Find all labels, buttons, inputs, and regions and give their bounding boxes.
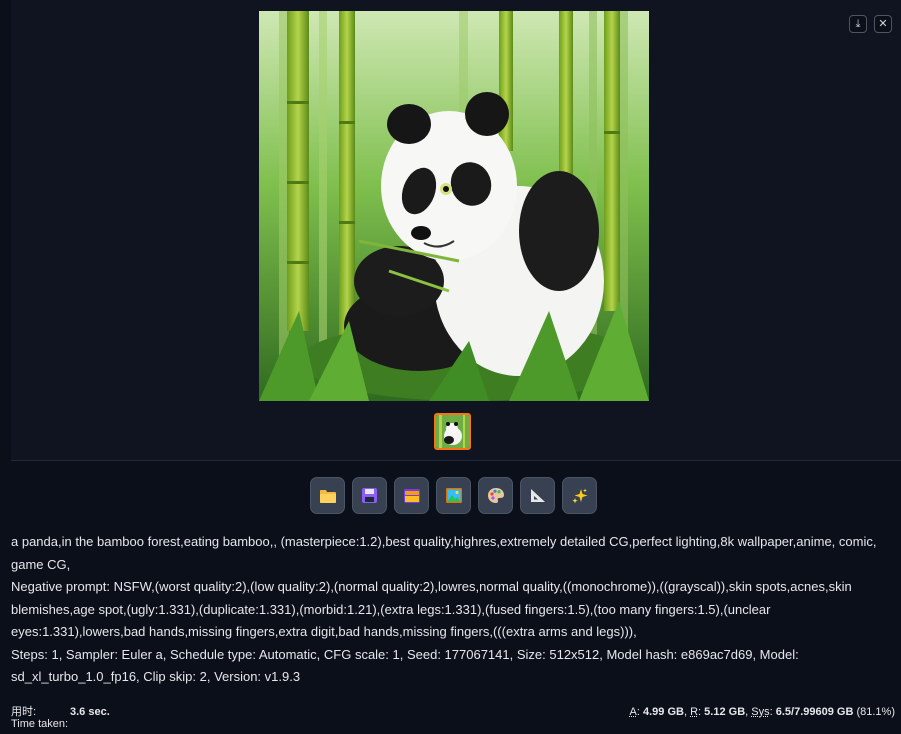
zip-button[interactable] (394, 477, 429, 514)
vram-usage: A: 4.99 GB, R: 5.12 GB, Sys: 6.5/7.99609… (629, 706, 895, 718)
vram-system-value: 6.5/7.99609 GB (775, 706, 854, 718)
sparkles-icon (571, 488, 587, 503)
time-label-cn: 用时: (11, 706, 37, 718)
panda-image (259, 11, 649, 401)
vram-reserved-label: R (690, 706, 699, 718)
floppy-disk-icon (362, 488, 377, 503)
save-button[interactable] (352, 477, 387, 514)
thumbnail-image (436, 415, 469, 448)
open-folder-button[interactable] (310, 477, 345, 514)
time-value: 3.6 sec. (70, 706, 110, 718)
generated-image[interactable] (259, 11, 649, 401)
vram-system-label: Sys (751, 706, 770, 718)
negative-prompt-text: Negative prompt: NSFW,(worst quality:2),… (11, 579, 852, 639)
vram-system-percent: (81.1%) (856, 706, 895, 718)
gallery-panel: ⤓ ✕ (11, 0, 901, 461)
send-to-img2img-button[interactable] (436, 477, 471, 514)
send-to-extras-button[interactable] (520, 477, 555, 514)
time-taken: 用时: 3.6 sec. Time taken: (11, 706, 110, 730)
download-icon: ⤓ (855, 18, 861, 30)
archive-icon (403, 488, 420, 503)
vram-active-label: A (629, 706, 637, 718)
generation-parameters: Steps: 1, Sampler: Euler a, Schedule typ… (11, 646, 799, 685)
send-to-inpaint-button[interactable] (478, 477, 513, 514)
triangle-ruler-icon (530, 489, 545, 502)
vram-reserved-value: 5.12 GB (704, 706, 746, 718)
close-button[interactable]: ✕ (874, 15, 892, 33)
download-button[interactable]: ⤓ (849, 15, 867, 33)
thumbnail[interactable] (434, 413, 471, 450)
picture-icon (445, 488, 462, 503)
upscale-button[interactable] (562, 477, 597, 514)
folder-icon (319, 489, 336, 503)
image-action-toolbar (310, 477, 597, 515)
vram-active-value: 4.99 GB (643, 706, 684, 718)
time-label-en: Time taken: (11, 718, 69, 730)
palette-icon (487, 488, 504, 503)
image-gallery: ⤓ ✕ (11, 0, 901, 461)
prompt-text: a panda,in the bamboo forest,eating bamb… (11, 534, 877, 572)
close-icon: ✕ (878, 18, 888, 30)
generation-info: a panda,in the bamboo forest,eating bamb… (11, 531, 895, 689)
